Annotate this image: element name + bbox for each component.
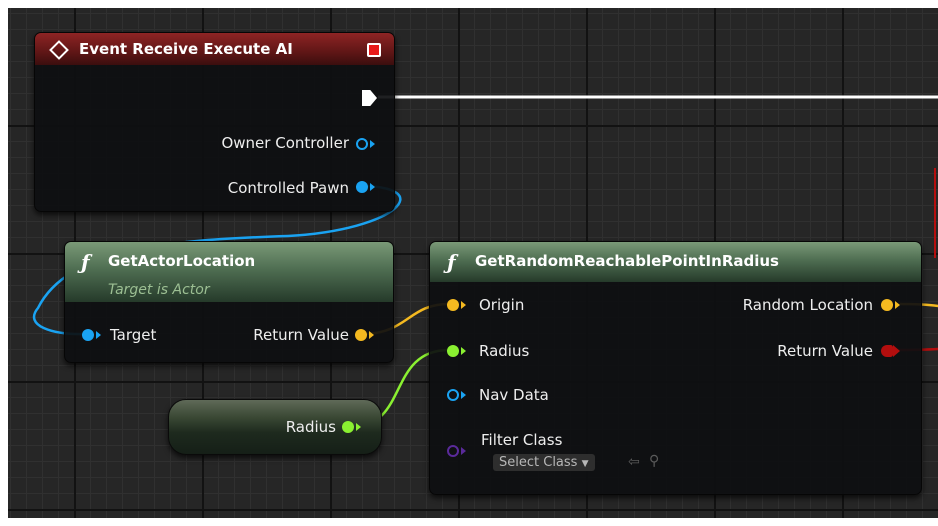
exec-out-pin[interactable] — [362, 90, 377, 106]
stop-icon — [367, 43, 381, 57]
target-arrow-icon — [96, 331, 101, 339]
controlled-pawn-arrow-icon — [370, 183, 375, 191]
event-receive-execute-ai-node[interactable]: Event Receive Execute AI Owner Controlle… — [34, 32, 395, 212]
select-class-label: Select Class — [499, 455, 578, 470]
filter-class-arrow-icon — [461, 447, 466, 455]
function-icon: ƒ — [81, 250, 90, 274]
get-actor-location-title: GetActorLocation — [108, 252, 256, 270]
browse-search-icon[interactable]: ⚲ — [649, 453, 659, 469]
event-node-header[interactable]: Event Receive Execute AI — [35, 33, 394, 65]
radius-pin[interactable] — [447, 345, 459, 357]
grp-return-value-arrow-icon — [893, 345, 900, 357]
owner-controller-pin[interactable] — [356, 138, 368, 150]
get-random-reachable-point-node[interactable]: ƒ GetRandomReachablePointInRadius Origin… — [429, 241, 922, 495]
nav-data-label: Nav Data — [479, 386, 549, 404]
get-actor-location-subtitle: Target is Actor — [108, 282, 210, 298]
target-label: Target — [110, 326, 157, 344]
filter-class-pin[interactable] — [447, 445, 459, 457]
blueprint-graph-canvas[interactable]: Event Receive Execute AI Owner Controlle… — [8, 8, 938, 518]
use-selected-arrow-icon[interactable]: ⇦ — [628, 454, 640, 470]
grp-return-value-label: Return Value — [777, 342, 873, 360]
chevron-down-icon: ▼ — [581, 459, 589, 469]
select-class-dropdown[interactable]: Select Class ▼ — [493, 454, 595, 471]
radius-variable-pin[interactable] — [342, 421, 354, 433]
controlled-pawn-pin[interactable] — [356, 181, 368, 193]
gal-return-value-label: Return Value — [253, 326, 349, 344]
filter-class-label: Filter Class — [481, 431, 563, 449]
event-node-title: Event Receive Execute AI — [79, 40, 293, 58]
random-location-arrow-icon — [895, 301, 900, 309]
random-location-label: Random Location — [742, 296, 873, 314]
owner-controller-label: Owner Controller — [221, 134, 349, 152]
gal-return-value-pin[interactable] — [355, 329, 367, 341]
owner-controller-arrow-icon — [370, 140, 375, 148]
origin-pin[interactable] — [447, 299, 459, 311]
get-actor-location-node[interactable]: ƒ GetActorLocation Target is Actor Targe… — [64, 241, 394, 363]
get-actor-location-header[interactable]: ƒ GetActorLocation Target is Actor — [65, 242, 393, 302]
origin-label: Origin — [479, 296, 525, 314]
radius-variable-label: Radius — [285, 418, 336, 436]
get-random-point-title: GetRandomReachablePointInRadius — [475, 252, 779, 270]
radius-label: Radius — [479, 342, 530, 360]
nav-data-pin[interactable] — [447, 389, 459, 401]
event-diamond-icon — [49, 40, 69, 60]
origin-arrow-icon — [461, 301, 466, 309]
controlled-pawn-label: Controlled Pawn — [227, 179, 349, 197]
get-random-point-header[interactable]: ƒ GetRandomReachablePointInRadius — [430, 242, 921, 282]
random-location-pin[interactable] — [881, 299, 893, 311]
grp-return-value-pin[interactable] — [881, 345, 893, 357]
nav-data-arrow-icon — [461, 391, 466, 399]
radius-arrow-icon — [461, 347, 466, 355]
radius-variable-node[interactable]: Radius — [168, 399, 382, 455]
radius-variable-arrow-icon — [356, 423, 361, 431]
target-pin[interactable] — [82, 329, 94, 341]
function-icon: ƒ — [447, 250, 456, 274]
gal-return-value-arrow-icon — [369, 331, 374, 339]
